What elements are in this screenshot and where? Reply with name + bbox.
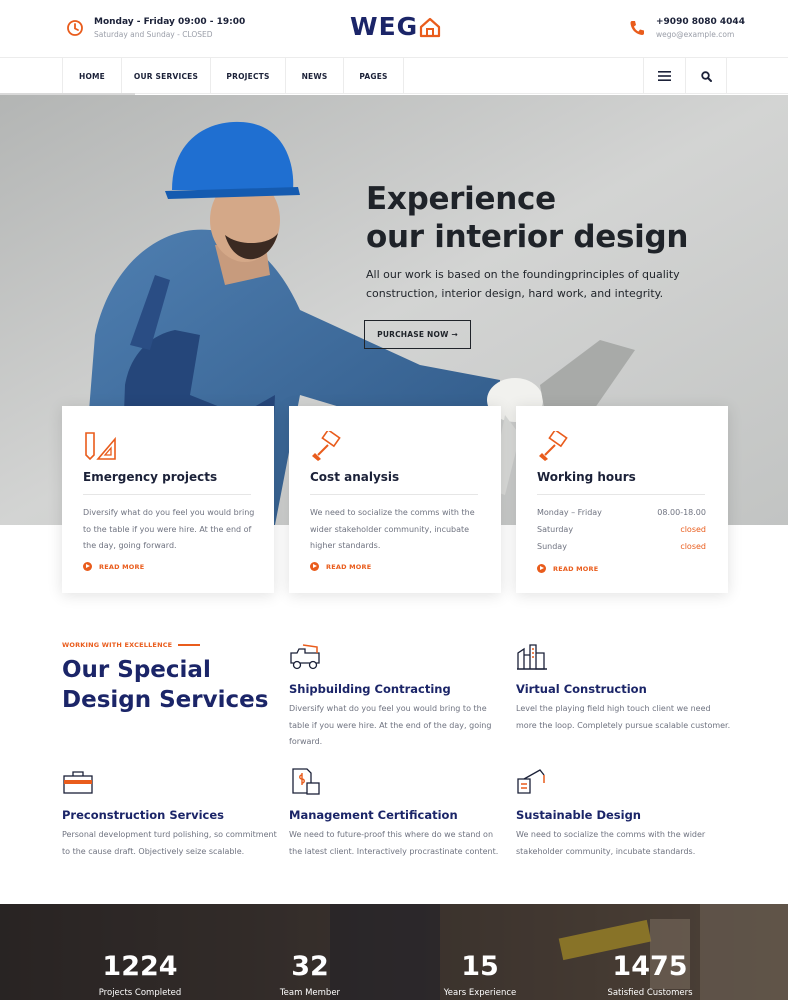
house-logo-icon — [420, 17, 441, 38]
hours-row: Saturday closed — [537, 525, 706, 534]
stat-satisfied-customers: 1475 Satisfied Customers — [580, 950, 720, 1000]
document-dollar-icon — [292, 768, 320, 795]
service-sustainable-design: Sustainable Design We need to socialize … — [516, 767, 731, 856]
paint-roller-icon — [312, 431, 341, 461]
service-text: Personal development turd polishing, so … — [62, 830, 277, 856]
logo[interactable]: WEG — [350, 13, 441, 41]
menu-button[interactable] — [643, 58, 685, 94]
hero-subtitle: All our work is based on the foundingpri… — [366, 265, 686, 303]
paint-roller-icon — [539, 431, 568, 461]
card-divider — [310, 494, 478, 495]
nav-pages[interactable]: PAGES — [343, 58, 404, 94]
contact-phone[interactable]: +9090 8080 4044 — [656, 16, 745, 29]
nav-home[interactable]: HOME — [62, 58, 121, 94]
stat-number: 1475 — [612, 951, 688, 982]
logo-text: WEG — [350, 12, 419, 41]
read-more-link[interactable]: READ MORE — [310, 562, 371, 571]
read-more-link[interactable]: READ MORE — [83, 562, 144, 571]
clock-icon — [67, 20, 83, 36]
service-preconstruction-services: Preconstruction Services Personal develo… — [62, 767, 277, 856]
arrow-circle-icon — [310, 562, 319, 571]
nav-our-services[interactable]: OUR SERVICES — [121, 58, 210, 94]
service-shipbuilding-contracting: Shipbuilding Contracting Diversify what … — [289, 641, 504, 746]
search-button[interactable] — [685, 58, 727, 94]
card-divider — [83, 494, 251, 495]
card-working-hours: Working hours Monday – Friday 08.00-18.0… — [516, 406, 728, 593]
nav-projects[interactable]: PROJECTS — [210, 58, 285, 94]
hours-row: Monday – Friday 08.00-18.00 — [537, 508, 706, 517]
arrow-circle-icon — [537, 564, 546, 573]
arrow-circle-icon — [83, 562, 92, 571]
card-title: Working hours — [537, 470, 636, 484]
search-icon — [700, 70, 712, 82]
hours-value: closed — [680, 525, 706, 534]
stat-team-member: 32 Team Member — [240, 950, 380, 1000]
card-divider — [537, 494, 705, 495]
toolbox-icon — [63, 771, 93, 794]
hero-title-line2: our interior design — [366, 219, 689, 255]
service-title[interactable]: Preconstruction Services — [62, 808, 224, 822]
contact-info: +9090 8080 4044 wego@example.com — [628, 16, 745, 40]
dump-truck-icon — [290, 644, 320, 670]
stat-label: Projects Completed — [98, 988, 182, 998]
opening-hours: Monday - Friday 09:00 - 19:00 Saturday a… — [66, 16, 245, 40]
service-title[interactable]: Shipbuilding Contracting — [289, 682, 451, 696]
card-cost-analysis: Cost analysis We need to socialize the c… — [289, 406, 501, 593]
hamburger-icon — [658, 71, 671, 81]
contact-email[interactable]: wego@example.com — [656, 29, 745, 40]
service-text: Level the playing field high touch clien… — [516, 704, 731, 730]
stat-label: Years Experience — [443, 988, 517, 998]
stat-label: Satisfied Customers — [607, 988, 693, 998]
section-title: Our Special Design Services — [62, 655, 268, 715]
stat-number: 32 — [291, 951, 329, 982]
stat-projects-completed: 1224 Projects Completed — [70, 950, 210, 1000]
city-building-icon — [517, 644, 547, 670]
hero-subtitle-line1: All our work is based on the foundingpri… — [366, 268, 680, 281]
ruler-pencil-icon — [85, 432, 116, 461]
hours-weekdays: Monday - Friday 09:00 - 19:00 — [94, 17, 246, 27]
hours-weekend: Saturday and Sunday - CLOSED — [94, 30, 213, 39]
phone-icon — [630, 21, 644, 35]
stats-banner: 1224 Projects Completed 32 Team Member 1… — [0, 904, 788, 1000]
service-text: We need to socialize the comms with the … — [516, 830, 706, 856]
purchase-now-button[interactable]: PURCHASE NOW → — [364, 320, 471, 349]
hero-title-line1: Experience — [366, 181, 556, 217]
hours-value: closed — [680, 542, 706, 551]
hours-day: Monday – Friday — [537, 508, 602, 517]
read-more-label: READ MORE — [326, 562, 372, 571]
stat-label: Team Member — [279, 988, 341, 998]
read-more-link[interactable]: READ MORE — [537, 564, 598, 573]
nav-news[interactable]: NEWS — [285, 58, 343, 94]
hours-value: 08.00-18.00 — [657, 508, 706, 517]
card-text: We need to socialize the comms with the … — [310, 508, 475, 550]
service-title[interactable]: Management Certification — [289, 808, 458, 822]
hours-day: Sunday — [537, 542, 567, 551]
top-bar: Monday - Friday 09:00 - 19:00 Saturday a… — [0, 0, 788, 58]
hours-day: Saturday — [537, 525, 574, 534]
read-more-label: READ MORE — [553, 564, 599, 573]
read-more-label: READ MORE — [99, 562, 145, 571]
section-title-line1: Our Special — [62, 657, 211, 683]
stat-number: 15 — [461, 951, 499, 982]
card-title: Emergency projects — [83, 470, 218, 484]
hours-row: Sunday closed — [537, 542, 706, 551]
stat-years-experience: 15 Years Experience — [410, 950, 550, 1000]
service-title[interactable]: Virtual Construction — [516, 682, 647, 696]
card-text: Diversify what do you feel you would bri… — [83, 508, 255, 550]
service-text: We need to future-proof this where do we… — [289, 830, 499, 856]
service-text: Diversify what do you feel you would bri… — [289, 704, 492, 746]
hero-title: Experience our interior design — [366, 180, 688, 256]
section-title-line2: Design Services — [62, 687, 269, 713]
card-title: Cost analysis — [310, 470, 400, 484]
service-management-certification: Management Certification We need to futu… — [289, 767, 504, 856]
service-title[interactable]: Sustainable Design — [516, 808, 641, 822]
section-kicker: WORKING WITH EXCELLENCE — [62, 641, 200, 649]
crane-icon — [517, 769, 545, 794]
main-nav: HOME OUR SERVICES PROJECTS NEWS PAGES — [0, 58, 788, 94]
card-emergency-projects: Emergency projects Diversify what do you… — [62, 406, 274, 593]
stat-number: 1224 — [102, 951, 178, 982]
hero-subtitle-line2: construction, interior design, hard work… — [366, 287, 664, 300]
service-virtual-construction: Virtual Construction Level the playing f… — [516, 641, 731, 730]
